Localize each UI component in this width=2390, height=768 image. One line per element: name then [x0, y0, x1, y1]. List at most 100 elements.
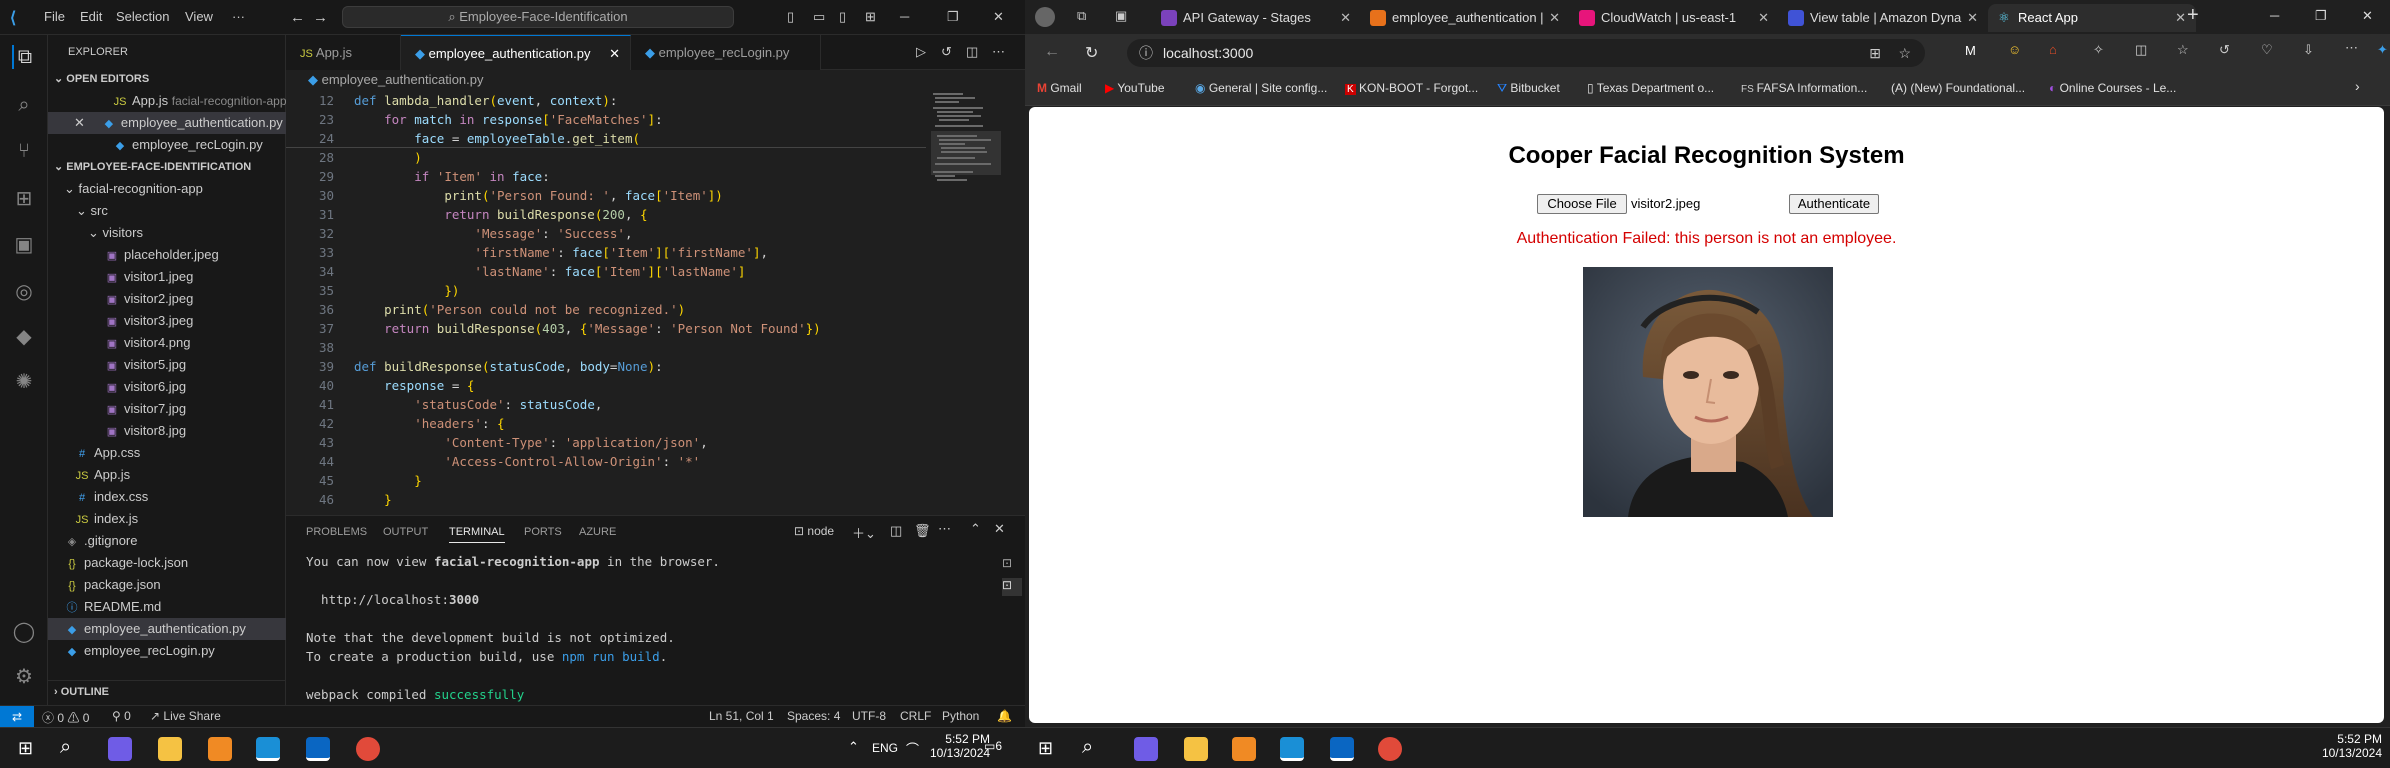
- panel-tab-problems[interactable]: PROBLEMS: [306, 526, 367, 538]
- sublime-icon[interactable]: [1232, 737, 1256, 761]
- browser-essentials-icon[interactable]: ♡: [2261, 42, 2273, 58]
- more-actions-icon[interactable]: ⋯: [938, 521, 951, 537]
- copilot-icon[interactable]: ✦: [2377, 42, 2388, 58]
- maximize-panel-icon[interactable]: ⌃: [970, 521, 981, 537]
- tree-file[interactable]: ▣ visitor6.jpg: [48, 376, 286, 398]
- browser-tab[interactable]: View table | Amazon Dyna ✕: [1780, 4, 1988, 32]
- restore-icon[interactable]: ❐: [947, 9, 959, 25]
- bookmark-online-courses[interactable]: ◐ Online Courses - Le...: [2049, 81, 2176, 95]
- tree-folder[interactable]: ⌄ visitors: [48, 222, 286, 244]
- bookmark-general[interactable]: ◉ General | Site config...: [1195, 81, 1327, 95]
- profile-avatar[interactable]: [1035, 7, 1055, 27]
- edge-icon[interactable]: [1280, 737, 1304, 761]
- tree-folder[interactable]: ⌄ src: [48, 200, 286, 222]
- clock[interactable]: 5:52 PM 10/13/2024: [930, 732, 990, 760]
- explorer-icon[interactable]: ⧉: [12, 45, 36, 69]
- panel-tab-ports[interactable]: PORTS: [524, 526, 562, 538]
- toggle-secondary-sidebar-icon[interactable]: ▯: [839, 9, 846, 25]
- accounts-icon[interactable]: ◯: [12, 620, 36, 644]
- open-editors-header[interactable]: ⌄ OPEN EDITORS: [48, 68, 286, 90]
- more-actions-icon[interactable]: ⋯: [992, 44, 1005, 60]
- taskbar-search-icon[interactable]: ⌕: [60, 736, 71, 759]
- tree-file[interactable]: ▣ visitor7.jpg: [48, 398, 286, 420]
- settings-gear-icon[interactable]: ⚙: [12, 665, 36, 689]
- tree-folder[interactable]: ⌄ facial-recognition-app: [48, 178, 286, 200]
- customize-layout-icon[interactable]: ⊞: [865, 9, 876, 25]
- tree-file[interactable]: JS index.js: [48, 508, 286, 530]
- breadcrumb[interactable]: ◆ employee_authentication.py: [308, 72, 484, 88]
- language-mode[interactable]: Python: [942, 709, 979, 723]
- clock[interactable]: 5:52 PM 10/13/2024: [2310, 732, 2382, 760]
- panel-tab-azure[interactable]: AZURE: [579, 526, 616, 538]
- extensions-icon[interactable]: ⊞: [12, 187, 36, 211]
- sublime-icon[interactable]: [208, 737, 232, 761]
- address-bar[interactable]: ⓘ localhost:3000 ⊞ ☆: [1127, 39, 1925, 67]
- code-line[interactable]: 40 response = {: [286, 376, 926, 395]
- code-line[interactable]: 37 return buildResponse(403, {'Message':…: [286, 319, 926, 338]
- outline-header[interactable]: › OUTLINE: [48, 680, 286, 702]
- close-editor-icon[interactable]: ✕: [74, 115, 85, 130]
- tree-file[interactable]: ◆ employee_recLogin.py: [48, 640, 286, 662]
- eol[interactable]: CRLF: [900, 709, 931, 723]
- run-icon[interactable]: ▷: [916, 44, 926, 60]
- tree-file[interactable]: JS App.js: [48, 464, 286, 486]
- bookmark-youtube[interactable]: ▶ YouTube: [1105, 81, 1165, 95]
- code-area[interactable]: 12 def lambda_handler(event, context): 23 …: [286, 91, 926, 515]
- cursor-position[interactable]: Ln 51, Col 1: [709, 709, 774, 723]
- project-header[interactable]: ⌄ EMPLOYEE-FACE-IDENTIFICATION: [48, 156, 286, 178]
- tree-file[interactable]: ⓘ README.md: [48, 596, 286, 618]
- vscode-icon[interactable]: [306, 737, 330, 761]
- tree-file[interactable]: ◆ employee_authentication.py: [48, 618, 286, 640]
- code-line[interactable]: 31 return buildResponse(200, {: [286, 205, 926, 224]
- encoding[interactable]: UTF-8: [852, 709, 886, 723]
- toggle-panel-icon[interactable]: ▭: [813, 9, 825, 25]
- code-line[interactable]: 46 }: [286, 490, 926, 509]
- back-arrow-icon[interactable]: ←: [290, 9, 305, 26]
- toggle-sidebar-icon[interactable]: ▯: [787, 9, 794, 25]
- command-center-search[interactable]: ⌕ Employee-Face-Identification: [342, 6, 734, 28]
- restore-icon[interactable]: ❐: [2315, 8, 2327, 24]
- open-editor-item[interactable]: JS App.js facial-recognition-app\...: [48, 90, 286, 112]
- close-tab-icon[interactable]: ✕: [2175, 4, 2186, 32]
- browser-tab[interactable]: employee_authentication | ✕: [1362, 4, 1570, 32]
- close-panel-icon[interactable]: ✕: [994, 521, 1005, 537]
- close-tab-icon[interactable]: ✕: [1549, 4, 1560, 32]
- proton-vpn-icon[interactable]: [108, 737, 132, 761]
- favorites-icon[interactable]: ☆: [2177, 42, 2189, 58]
- code-line[interactable]: 44 'Access-Control-Allow-Origin': '*': [286, 452, 926, 471]
- language-indicator[interactable]: ENG: [872, 741, 898, 755]
- split-screen-icon[interactable]: ◫: [2135, 42, 2147, 58]
- extension-home-icon[interactable]: ⌂: [2049, 42, 2057, 57]
- code-line[interactable]: 42 'headers': {: [286, 414, 926, 433]
- remote-explorer-icon[interactable]: ▣: [12, 233, 36, 257]
- docker-icon[interactable]: ◆: [12, 325, 36, 349]
- windows-start-icon[interactable]: ⊞: [1038, 738, 1053, 759]
- app-available-icon[interactable]: ⊞: [1869, 39, 1881, 67]
- tab-employee-reclogin[interactable]: ◆ employee_recLogin.py: [631, 35, 821, 70]
- bookmark-gmail[interactable]: M Gmail: [1037, 81, 1082, 95]
- code-line[interactable]: 30 print('Person Found: ', face['Item']): [286, 186, 926, 205]
- code-line[interactable]: 24 face = employeeTable.get_item(: [286, 129, 926, 148]
- workspaces-icon[interactable]: ⧉: [1077, 8, 1086, 24]
- minimize-icon[interactable]: ─: [900, 9, 909, 24]
- reload-icon[interactable]: ↻: [1085, 43, 1098, 63]
- proton-vpn-icon[interactable]: [1134, 737, 1158, 761]
- extension-emoji-icon[interactable]: ☺: [2008, 42, 2021, 57]
- panel-tab-terminal[interactable]: TERMINAL: [449, 526, 505, 543]
- ports-status[interactable]: ⚲ 0: [112, 709, 131, 723]
- menu-view[interactable]: View: [185, 9, 213, 24]
- live-share-status[interactable]: ↗ Live Share: [150, 709, 221, 723]
- source-control-icon[interactable]: ⑂: [12, 139, 36, 163]
- search-icon[interactable]: ⌕: [12, 93, 36, 117]
- close-tab-icon[interactable]: ✕: [1967, 4, 1978, 32]
- copilot-icon[interactable]: ✺: [12, 370, 36, 394]
- close-icon[interactable]: ✕: [993, 9, 1004, 25]
- tree-file[interactable]: ▣ visitor2.jpeg: [48, 288, 286, 310]
- vscode-icon[interactable]: [1330, 737, 1354, 761]
- browser-tab[interactable]: API Gateway - Stages ✕: [1153, 4, 1361, 32]
- chevron-right-icon[interactable]: ›: [2355, 78, 2360, 94]
- tree-file[interactable]: ▣ visitor8.jpg: [48, 420, 286, 442]
- open-editor-item[interactable]: ◆ employee_recLogin.py: [48, 134, 286, 156]
- taskbar-search-icon[interactable]: ⌕: [1082, 736, 1093, 759]
- timeline-icon[interactable]: ↺: [941, 44, 952, 60]
